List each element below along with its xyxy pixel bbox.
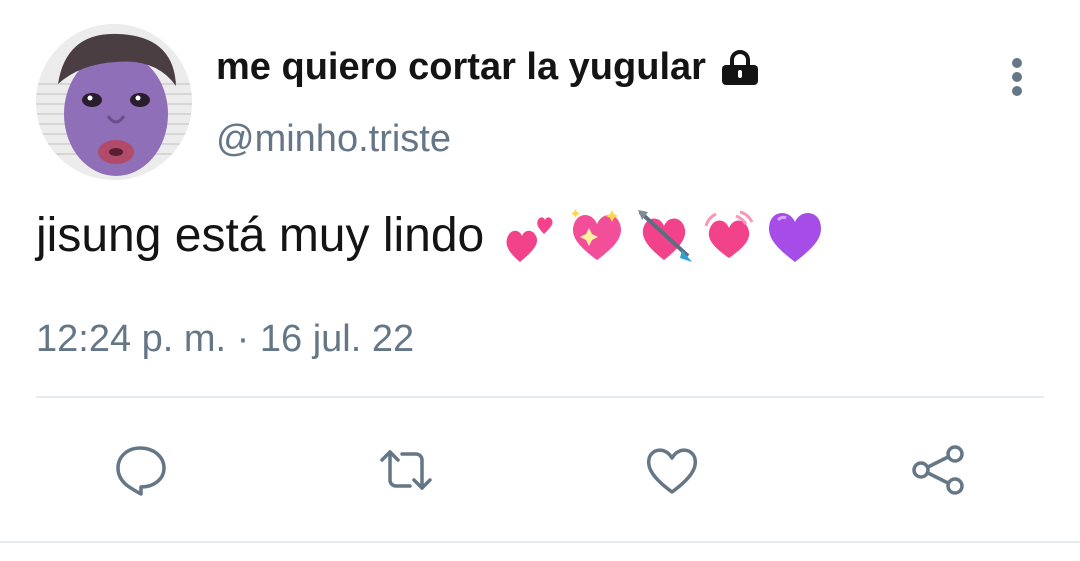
divider — [36, 396, 1044, 398]
emoji-row — [502, 206, 826, 264]
sparkling-heart-emoji-icon — [571, 209, 622, 260]
reply-button[interactable] — [108, 438, 172, 502]
purple-heart-emoji-icon — [769, 213, 822, 262]
share-button[interactable] — [906, 438, 970, 502]
share-icon — [912, 445, 964, 495]
more-vertical-icon — [1012, 58, 1022, 96]
like-button[interactable] — [640, 438, 704, 502]
two-hearts-emoji-icon — [506, 217, 553, 262]
lock-icon — [718, 49, 762, 86]
reply-bubble-icon — [116, 446, 166, 496]
heart-with-arrow-emoji-icon — [638, 210, 693, 262]
tweet-timestamp[interactable]: 12:24 p. m. · 16 jul. 22 — [36, 318, 414, 361]
heart-outline-icon — [646, 448, 698, 494]
user-handle[interactable]: @minho.triste — [216, 118, 451, 161]
retweet-icon — [380, 450, 432, 490]
display-name[interactable]: me quiero cortar la yugular — [216, 46, 762, 89]
display-name-text: me quiero cortar la yugular — [216, 46, 706, 88]
avatar[interactable] — [36, 24, 192, 180]
tweet-text: jisung está muy lindo — [36, 208, 485, 262]
beating-heart-emoji-icon — [704, 210, 754, 258]
divider-bottom — [0, 541, 1080, 543]
more-options-button[interactable] — [1000, 52, 1034, 102]
tweet-body: jisung está muy lindo — [36, 206, 826, 264]
retweet-button[interactable] — [374, 438, 438, 502]
